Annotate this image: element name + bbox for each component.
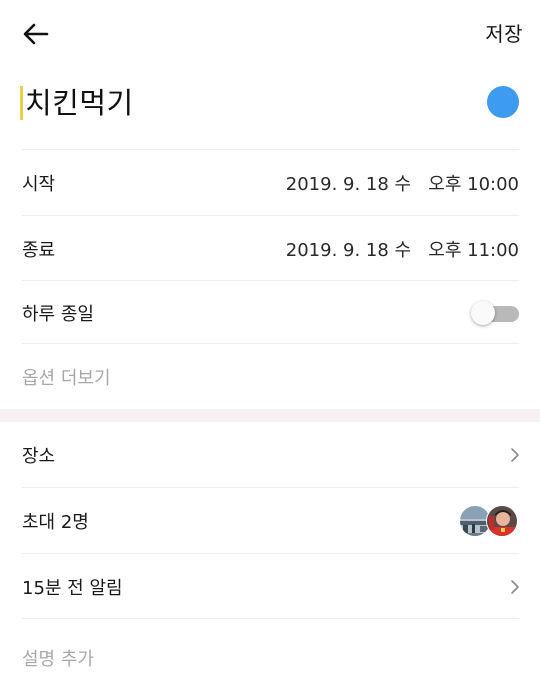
avatar-photo-icon [487, 506, 517, 536]
description-input[interactable]: 설명 추가 [22, 645, 94, 671]
divider [22, 553, 519, 554]
place-row[interactable]: 장소 [0, 423, 540, 487]
save-button[interactable]: 저장 [485, 18, 523, 47]
start-datetime[interactable]: 2019. 9. 18 수 오후 10:00 [286, 170, 519, 196]
divider [22, 487, 519, 488]
top-bar: 저장 [0, 0, 540, 68]
end-time-row[interactable]: 종료 2019. 9. 18 수 오후 11:00 [0, 217, 540, 281]
description-row[interactable]: 설명 추가 [0, 626, 540, 675]
more-options-row[interactable]: 옵션 더보기 [0, 345, 540, 409]
divider [22, 215, 519, 216]
invite-label: 초대 2명 [22, 512, 89, 533]
back-button[interactable] [14, 14, 58, 54]
invite-row[interactable]: 초대 2명 [0, 489, 540, 553]
title-row: 치킨먹기 [0, 72, 540, 138]
arrow-left-icon [23, 23, 49, 45]
start-time-row[interactable]: 시작 2019. 9. 18 수 오후 10:00 [0, 151, 540, 215]
toggle-thumb [471, 301, 495, 325]
reminder-row[interactable]: 15분 전 알림 [0, 555, 540, 619]
all-day-row: 하루 종일 [0, 281, 540, 345]
event-title-input[interactable]: 치킨먹기 [20, 86, 134, 120]
divider [22, 343, 519, 344]
avatar [486, 505, 518, 537]
event-color-picker[interactable] [487, 86, 519, 118]
all-day-label: 하루 종일 [22, 304, 94, 325]
start-label: 시작 [22, 174, 56, 195]
chevron-right-icon [511, 448, 519, 462]
end-datetime[interactable]: 2019. 9. 18 수 오후 11:00 [286, 236, 519, 262]
edit-event-screen: 저장 치킨먹기 시작 2019. 9. 18 수 오후 10:00 종료 201… [0, 0, 540, 675]
section-separator [0, 409, 540, 422]
more-options-label: 옵션 더보기 [22, 368, 111, 389]
divider [22, 149, 519, 150]
place-label: 장소 [22, 446, 56, 467]
reminder-label: 15분 전 알림 [22, 578, 123, 599]
chevron-right-icon [511, 580, 519, 594]
invitee-avatars[interactable] [459, 505, 519, 537]
divider [22, 618, 519, 619]
all-day-toggle[interactable] [471, 300, 519, 326]
end-label: 종료 [22, 240, 56, 261]
